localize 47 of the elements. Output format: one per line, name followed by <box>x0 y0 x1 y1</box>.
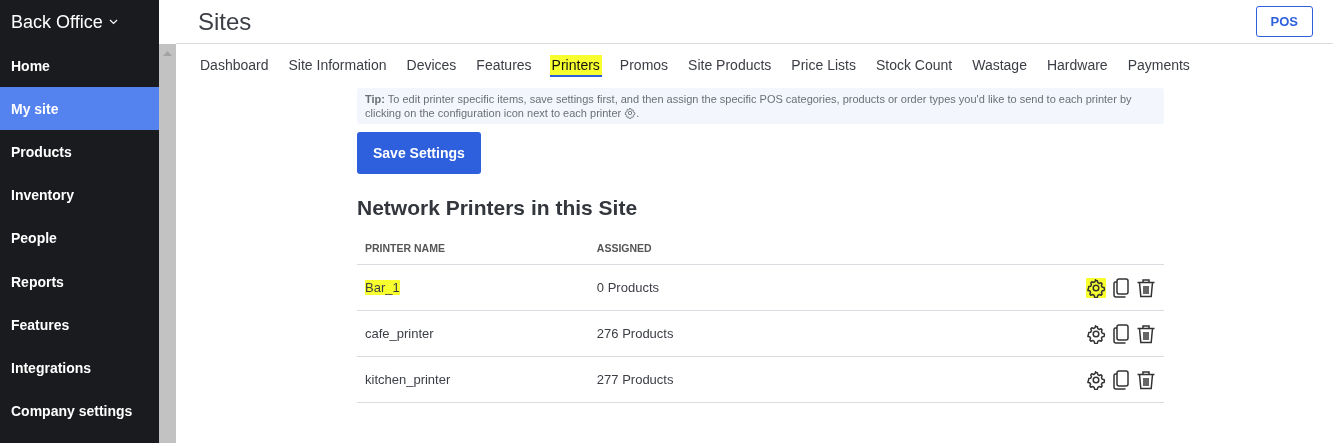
pos-button[interactable]: POS <box>1255 6 1313 37</box>
trash-icon[interactable] <box>1136 369 1156 390</box>
settings-icon[interactable] <box>1086 369 1106 390</box>
tab[interactable]: Hardware <box>1044 55 1110 77</box>
tab[interactable]: Features <box>474 55 534 77</box>
nav-item[interactable]: Inventory <box>0 173 159 217</box>
save-settings-button[interactable]: Save Settings <box>357 132 481 174</box>
tip-text: Tip: To edit printer specific items, save settings first, and then assign the specific POS categories, products or order types you'd like to send to each printer by clicking on the configuration icon next to each printer . <box>357 88 1164 124</box>
section-heading: Network Printers in this Site <box>357 196 639 220</box>
copy-icon[interactable] <box>1112 277 1130 298</box>
table-cell: 0 Products <box>588 264 801 311</box>
nav-item[interactable]: Integrations <box>0 346 159 390</box>
copy-icon[interactable] <box>1112 323 1130 344</box>
tab[interactable]: Payments <box>1125 55 1192 77</box>
tab[interactable]: Price Lists <box>789 55 858 77</box>
column-header: PRINTER NAME <box>357 234 589 265</box>
printer-name: kitchen_printer <box>365 372 451 387</box>
tab[interactable]: Devices <box>404 55 459 77</box>
gear-icon <box>624 107 637 119</box>
nav-item[interactable]: Features <box>0 303 159 347</box>
table-cell: 276 Products <box>588 310 801 357</box>
app-title[interactable]: Back Office <box>11 11 103 33</box>
nav-item[interactable]: People <box>0 216 159 260</box>
trash-icon[interactable] <box>1136 323 1156 344</box>
tab[interactable]: Stock Count <box>873 55 955 77</box>
page-title: Sites <box>198 7 252 36</box>
tab[interactable]: Dashboard <box>198 55 271 77</box>
trash-icon[interactable] <box>1136 277 1156 298</box>
column-header: ASSIGNED <box>588 234 801 265</box>
settings-icon[interactable] <box>1086 323 1106 344</box>
table-cell: 277 Products <box>588 356 801 403</box>
scrollbar[interactable] <box>159 44 176 443</box>
nav-item[interactable]: My site <box>0 87 159 131</box>
nav-item[interactable]: Products <box>0 130 159 174</box>
chevron-down-icon[interactable] <box>108 19 118 25</box>
printer-name: Bar_1 <box>365 280 400 295</box>
nav-item[interactable]: Company settings <box>0 389 159 433</box>
tab[interactable]: Site Products <box>686 55 774 77</box>
tab[interactable]: Site Information <box>286 55 389 77</box>
nav-item[interactable]: Home <box>0 44 159 88</box>
copy-icon[interactable] <box>1112 369 1130 390</box>
tab[interactable]: Printers <box>549 55 602 77</box>
settings-icon[interactable] <box>1086 277 1106 298</box>
tab[interactable]: Wastage <box>970 55 1029 77</box>
printer-name: cafe_printer <box>365 326 434 341</box>
tab[interactable]: Promos <box>617 55 671 77</box>
nav-item[interactable]: Reports <box>0 259 159 304</box>
